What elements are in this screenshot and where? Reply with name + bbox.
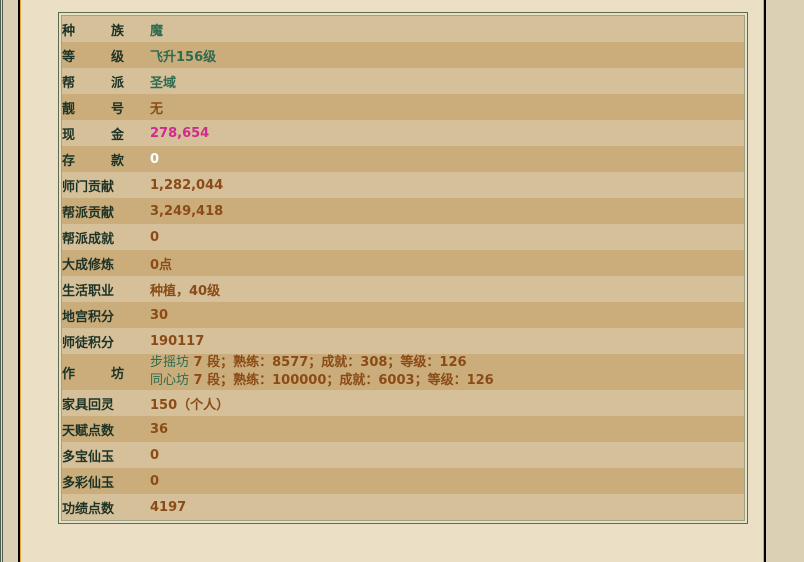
stats-row-value: 魔 bbox=[150, 16, 744, 42]
stats-row-label: 存款 bbox=[62, 146, 150, 172]
character-stats-table: 种族 魔等级 飞升156级帮派 圣域靓号 无现金 278,654 存款 0 师门贡献 1,282,… bbox=[62, 16, 744, 520]
stats-row-value: 36 bbox=[150, 416, 744, 442]
stats-row-label-text: 作坊 bbox=[62, 366, 124, 382]
workshop-detail: 7 段；熟练：100000；成就：6003；等级：126 bbox=[189, 373, 494, 388]
stats-row: 大成修炼 0点 bbox=[62, 250, 744, 276]
stats-row: 靓号 无 bbox=[62, 94, 744, 120]
stats-row-label: 帮派成就 bbox=[62, 224, 150, 250]
stats-row-value: 1,282,044 bbox=[150, 172, 744, 198]
stats-row-label: 帮派 bbox=[62, 68, 150, 94]
stats-row: 等级 飞升156级 bbox=[62, 42, 744, 68]
stats-row-label-text: 多彩仙玉 bbox=[62, 475, 115, 491]
stats-row-label-text: 家具回灵 bbox=[62, 397, 115, 413]
workshop-line: 步摇坊 7 段；熟练：8577；成就：308；等级：126 bbox=[150, 354, 744, 372]
stats-row: 存款 0 bbox=[62, 146, 744, 172]
stats-row-label-text: 师门贡献 bbox=[62, 179, 115, 195]
stats-row-label-text: 帮派成就 bbox=[62, 231, 115, 247]
stats-row-label-text: 靓号 bbox=[62, 101, 124, 117]
stats-row-label-text: 现金 bbox=[62, 127, 124, 143]
workshop-detail: 7 段；熟练：8577；成就：308；等级：126 bbox=[189, 355, 467, 370]
stats-row-label-text: 生活职业 bbox=[62, 283, 115, 299]
left-gold-rule bbox=[20, 0, 21, 562]
stats-row-label: 多彩仙玉 bbox=[62, 468, 150, 494]
stats-row-label: 多宝仙玉 bbox=[62, 442, 150, 468]
stats-row-label-text: 多宝仙玉 bbox=[62, 449, 115, 465]
workshop-name: 步摇坊 bbox=[150, 355, 190, 370]
stats-row-label: 师徒积分 bbox=[62, 328, 150, 354]
stats-row: 师门贡献 1,282,044 bbox=[62, 172, 744, 198]
stats-row-value: 4197 bbox=[150, 494, 744, 520]
stats-row-value: 圣域 bbox=[150, 68, 744, 94]
stats-row-value: 0 bbox=[150, 442, 744, 468]
stats-row-label: 功绩点数 bbox=[62, 494, 150, 520]
stats-row-workshop-value: 步摇坊 7 段；熟练：8577；成就：308；等级：126 同心坊 7 段；熟练：… bbox=[150, 354, 744, 390]
stats-row-label: 天赋点数 bbox=[62, 416, 150, 442]
stats-row-label: 地宫积分 bbox=[62, 302, 150, 328]
stats-row-label-text: 功绩点数 bbox=[62, 501, 115, 517]
stats-row-label-text: 帮派贡献 bbox=[62, 205, 115, 221]
stats-row: 师徒积分 190117 bbox=[62, 328, 744, 354]
right-black-rule bbox=[764, 0, 766, 562]
character-stats-panel-inner: 种族 魔等级 飞升156级帮派 圣域靓号 无现金 278,654 存款 0 师门贡献 1,282,… bbox=[61, 15, 745, 521]
stats-row: 家具回灵 150（个人） bbox=[62, 390, 744, 416]
stats-row-label: 师门贡献 bbox=[62, 172, 150, 198]
stats-row-label-text: 天赋点数 bbox=[62, 423, 115, 439]
left-edge-seam-dark-2 bbox=[2, 0, 3, 562]
stats-row: 地宫积分 30 bbox=[62, 302, 744, 328]
stats-row-value: 150（个人） bbox=[150, 390, 744, 416]
stats-row: 种族 魔 bbox=[62, 16, 744, 42]
stats-row-label: 作坊 bbox=[62, 354, 150, 390]
stats-row-label-text: 存款 bbox=[62, 153, 124, 169]
workshop-name: 同心坊 bbox=[150, 373, 190, 388]
stats-row-label: 现金 bbox=[62, 120, 150, 146]
stats-row-label: 生活职业 bbox=[62, 276, 150, 302]
character-stats-body: 种族 魔等级 飞升156级帮派 圣域靓号 无现金 278,654 存款 0 师门贡献 1,282,… bbox=[62, 16, 744, 520]
stats-row-value: 3,249,418 bbox=[150, 198, 744, 224]
stats-row: 多彩仙玉 0 bbox=[62, 468, 744, 494]
stats-row-value: 0 bbox=[150, 224, 744, 250]
stats-row-label-text: 大成修炼 bbox=[62, 257, 115, 273]
page-frame: 种族 魔等级 飞升156级帮派 圣域靓号 无现金 278,654 存款 0 师门贡献 1,282,… bbox=[0, 0, 804, 562]
stats-row-value: 30 bbox=[150, 302, 744, 328]
stats-row-label: 靓号 bbox=[62, 94, 150, 120]
stats-row-label-text: 种族 bbox=[62, 23, 124, 39]
stats-row-value: 0 bbox=[150, 146, 744, 172]
stats-row-label-text: 师徒积分 bbox=[62, 335, 115, 351]
stats-row: 帮派成就 0 bbox=[62, 224, 744, 250]
stats-row-label-text: 等级 bbox=[62, 49, 124, 65]
stats-row-label-text: 地宫积分 bbox=[62, 309, 115, 325]
stats-row-label: 帮派贡献 bbox=[62, 198, 150, 224]
stats-row-value: 190117 bbox=[150, 328, 744, 354]
stats-row-label: 家具回灵 bbox=[62, 390, 150, 416]
stats-row: 现金 278,654 bbox=[62, 120, 744, 146]
stats-row-value: 278,654 bbox=[150, 120, 744, 146]
stats-row-label: 种族 bbox=[62, 16, 150, 42]
stats-row-value: 0 bbox=[150, 468, 744, 494]
stats-row-label: 等级 bbox=[62, 42, 150, 68]
workshop-line: 同心坊 7 段；熟练：100000；成就：6003；等级：126 bbox=[150, 372, 744, 390]
stats-row: 天赋点数 36 bbox=[62, 416, 744, 442]
stats-row: 帮派 圣域 bbox=[62, 68, 744, 94]
stats-row-label: 大成修炼 bbox=[62, 250, 150, 276]
stats-row-value: 飞升156级 bbox=[150, 42, 744, 68]
stats-row: 生活职业 种植，40级 bbox=[62, 276, 744, 302]
stats-row: 多宝仙玉 0 bbox=[62, 442, 744, 468]
stats-row-value: 无 bbox=[150, 94, 744, 120]
stats-row: 功绩点数 4197 bbox=[62, 494, 744, 520]
stats-row: 帮派贡献 3,249,418 bbox=[62, 198, 744, 224]
stats-row-value: 0点 bbox=[150, 250, 744, 276]
stats-row: 作坊 步摇坊 7 段；熟练：8577；成就：308；等级：126 同心坊 7 段；熟… bbox=[62, 354, 744, 390]
stats-row-label-text: 帮派 bbox=[62, 75, 124, 91]
stats-row-value: 种植，40级 bbox=[150, 276, 744, 302]
character-stats-panel: 种族 魔等级 飞升156级帮派 圣域靓号 无现金 278,654 存款 0 师门贡献 1,282,… bbox=[58, 12, 748, 524]
